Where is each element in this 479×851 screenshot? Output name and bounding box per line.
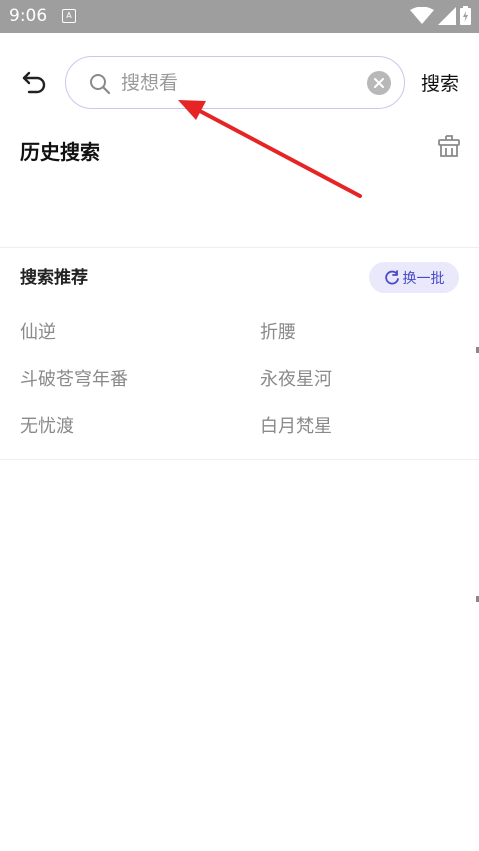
status-bar: 9:06 A bbox=[0, 0, 479, 33]
history-title: 历史搜索 bbox=[20, 140, 100, 164]
recommend-item[interactable]: 折腰 bbox=[260, 318, 296, 344]
status-icons bbox=[410, 6, 471, 25]
search-header: 搜索 bbox=[0, 55, 479, 110]
battery-icon bbox=[460, 6, 471, 25]
recommend-item[interactable]: 永夜星河 bbox=[260, 365, 332, 391]
recommend-item[interactable]: 白月梵星 bbox=[260, 412, 332, 438]
section-divider bbox=[0, 247, 479, 248]
refresh-recommend-button[interactable]: 换一批 bbox=[369, 262, 459, 293]
refresh-icon bbox=[384, 269, 399, 284]
wifi-icon bbox=[410, 6, 434, 24]
back-button[interactable] bbox=[20, 69, 50, 97]
recommend-item[interactable]: 斗破苍穹年番 bbox=[20, 365, 128, 391]
search-icon bbox=[90, 74, 111, 95]
status-time: 9:06 bbox=[9, 6, 48, 26]
back-arrow-icon bbox=[22, 71, 46, 94]
section-divider bbox=[0, 459, 479, 460]
recommend-item[interactable]: 无忧渡 bbox=[20, 412, 74, 438]
trash-icon bbox=[438, 135, 460, 157]
search-submit-button[interactable]: 搜索 bbox=[421, 69, 459, 96]
search-box[interactable] bbox=[65, 56, 405, 109]
search-input[interactable] bbox=[121, 67, 351, 99]
recommend-title: 搜索推荐 bbox=[20, 268, 88, 288]
clear-history-button[interactable] bbox=[436, 133, 462, 159]
signal-icon bbox=[438, 6, 456, 25]
recommend-item[interactable]: 仙逆 bbox=[20, 318, 56, 344]
app-notification-icon: A bbox=[62, 9, 76, 23]
refresh-label: 换一批 bbox=[402, 270, 445, 287]
close-icon bbox=[374, 78, 384, 88]
clear-search-button[interactable] bbox=[367, 71, 391, 95]
